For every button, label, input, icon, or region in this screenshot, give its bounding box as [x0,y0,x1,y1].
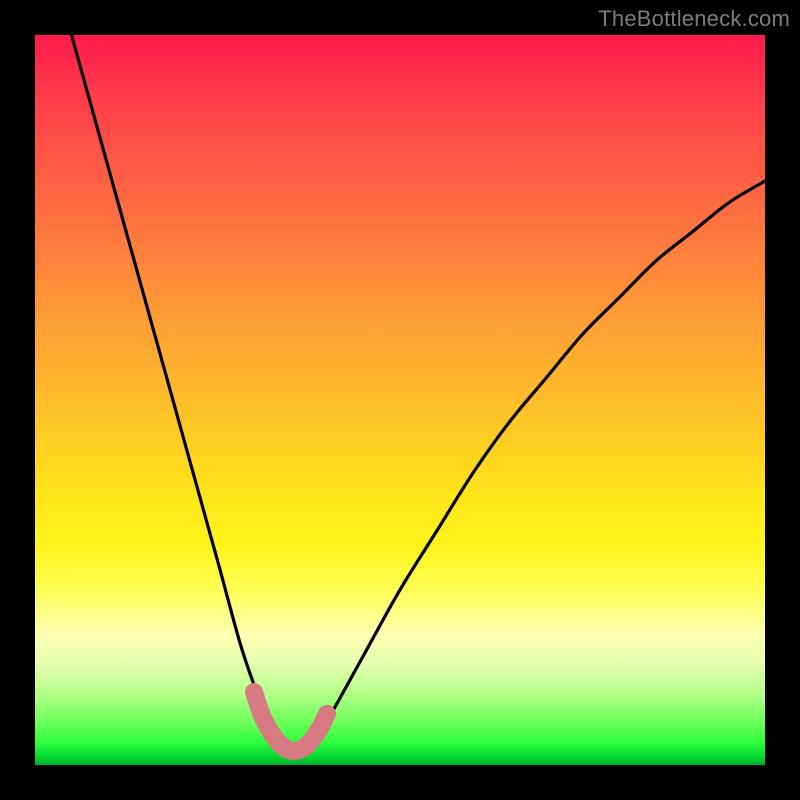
trough-marker [254,692,327,751]
bottleneck-curve [72,35,766,751]
watermark-text: TheBottleneck.com [598,6,790,32]
chart-frame: TheBottleneck.com [0,0,800,800]
plot-area [35,35,765,765]
curve-layer [35,35,765,765]
